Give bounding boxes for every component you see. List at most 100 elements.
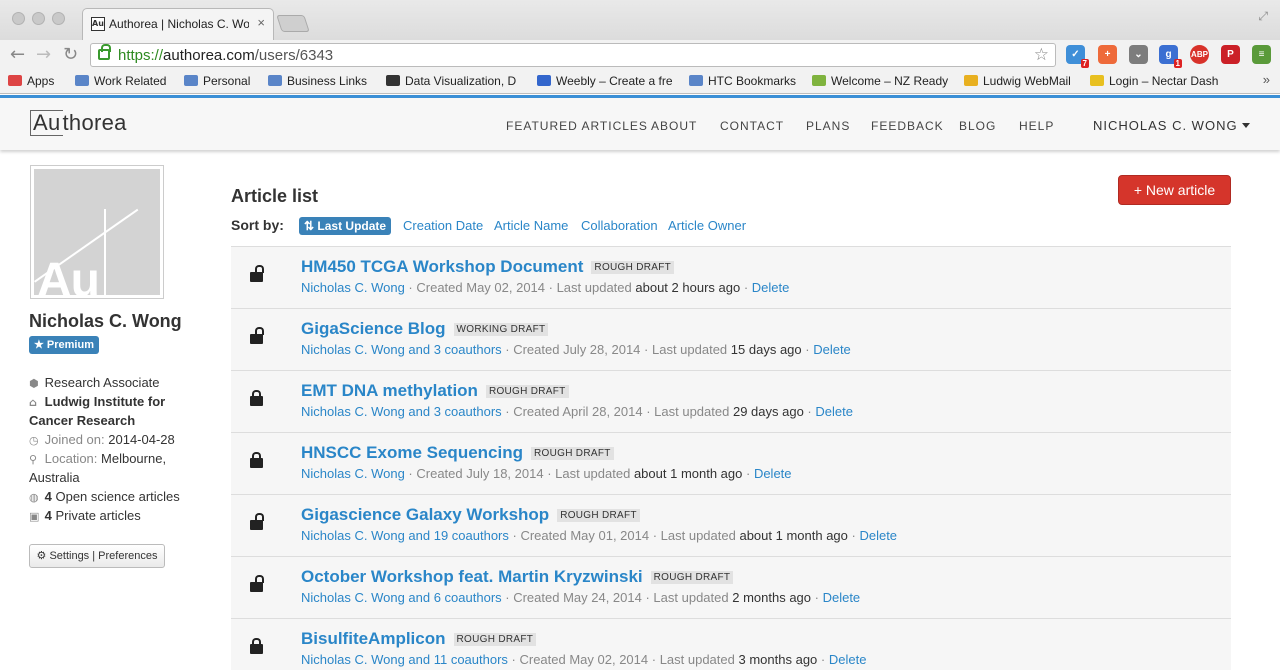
joined-value: 2014-04-28 <box>108 432 175 447</box>
bookmark-item[interactable]: Personal <box>184 74 262 88</box>
new-article-button[interactable]: + New article <box>1118 175 1231 205</box>
forward-arrow-icon[interactable]: → <box>36 44 51 65</box>
close-tab-icon[interactable]: × <box>257 15 265 30</box>
site-icon <box>964 75 978 86</box>
site-icon <box>812 75 826 86</box>
extension-badge: 7 <box>1080 59 1089 68</box>
sort-article-name[interactable]: Article Name <box>494 218 568 233</box>
private-articles-count: 4 <box>44 508 52 523</box>
article-title-link[interactable]: Gigascience Galaxy Workshop ROUGH DRAFT <box>301 505 640 525</box>
nav-featured-articles[interactable]: FEATURED ARTICLES <box>506 119 648 133</box>
back-arrow-icon[interactable]: ← <box>10 44 25 65</box>
article-row: October Workshop feat. Martin Kryzwinski… <box>231 557 1231 619</box>
pocket-extension-icon[interactable]: ⌄ <box>1129 45 1148 64</box>
position-text: Research Associate <box>44 375 160 390</box>
browser-titlebar: Au Authorea | Nicholas C. Wong × ⤢ <box>0 0 1280 40</box>
bookmark-label: Data Visualization, D <box>405 74 517 88</box>
article-authors-link[interactable]: Nicholas C. Wong and 6 coauthors <box>301 590 502 605</box>
nav-plans[interactable]: PLANS <box>806 119 850 133</box>
delete-article-link[interactable]: Delete <box>813 342 851 357</box>
bookmark-item[interactable]: Business Links <box>268 74 376 88</box>
settings-separator: | <box>92 550 96 562</box>
unlocked-icon[interactable] <box>250 265 264 282</box>
bookmark-item[interactable]: HTC Bookmarks <box>689 74 801 88</box>
article-list: HM450 TCGA Workshop Document ROUGH DRAFT N… <box>231 246 1231 670</box>
article-created: Created April 28, 2014 <box>513 404 643 419</box>
locked-icon[interactable] <box>250 390 263 406</box>
nav-feedback[interactable]: FEEDBACK <box>871 119 944 133</box>
delete-article-link[interactable]: Delete <box>829 652 867 667</box>
avatar[interactable]: Au <box>30 165 164 299</box>
browser-tab[interactable]: Au Authorea | Nicholas C. Wong × <box>82 8 274 40</box>
bookmark-item[interactable]: Apps <box>8 74 68 88</box>
article-title-link[interactable]: October Workshop feat. Martin Kryzwinski… <box>301 567 734 587</box>
article-authors-link[interactable]: Nicholas C. Wong and 3 coauthors <box>301 342 502 357</box>
close-window-button[interactable] <box>12 12 25 25</box>
plus-extension-icon[interactable]: + <box>1098 45 1117 64</box>
article-updated-label: Last updated <box>654 404 730 419</box>
institution-line1: Ludwig Institute for <box>44 394 166 409</box>
bookmark-item[interactable]: Welcome – NZ Ready <box>812 74 952 88</box>
minimize-window-button[interactable] <box>32 12 45 25</box>
bookmark-item[interactable]: Weebly – Create a fre <box>537 74 677 88</box>
user-menu-dropdown[interactable]: NICHOLAS C. WONG <box>1093 118 1250 133</box>
bookmark-item[interactable]: Work Related <box>75 74 175 88</box>
location-line1: Melbourne, <box>101 451 167 466</box>
sort-creation-date[interactable]: Creation Date <box>403 218 483 233</box>
article-title-link[interactable]: HNSCC Exome Sequencing ROUGH DRAFT <box>301 443 614 463</box>
google-extension-icon[interactable]: g1 <box>1159 45 1182 68</box>
folder-icon <box>689 75 703 86</box>
locked-icon[interactable] <box>250 638 263 654</box>
url-text[interactable]: https://authorea.com/users/6343 <box>118 47 333 64</box>
bookmark-item[interactable]: Data Visualization, D <box>386 74 526 88</box>
unlocked-icon[interactable] <box>250 513 264 530</box>
delete-article-link[interactable]: Delete <box>752 280 790 295</box>
zoom-window-button[interactable] <box>52 12 65 25</box>
delete-article-link[interactable]: Delete <box>859 528 897 543</box>
sort-article-owner[interactable]: Article Owner <box>668 218 746 233</box>
preferences-label[interactable]: Preferences <box>98 550 157 562</box>
location-row: ⚲ Location: Melbourne, <box>29 449 166 469</box>
article-authors-link[interactable]: Nicholas C. Wong <box>301 280 405 295</box>
nav-about[interactable]: ABOUT <box>651 119 697 133</box>
delete-article-link[interactable]: Delete <box>823 590 861 605</box>
open-articles-row: ◍ 4 Open science articles <box>29 487 180 507</box>
menu-icon[interactable]: ≡ <box>1252 45 1271 64</box>
article-authors-link[interactable]: Nicholas C. Wong <box>301 466 405 481</box>
article-title-link[interactable]: GigaScience Blog WORKING DRAFT <box>301 319 549 339</box>
sort-collaboration[interactable]: Collaboration <box>581 218 658 233</box>
nav-help[interactable]: HELP <box>1019 119 1054 133</box>
unlocked-icon[interactable] <box>250 575 264 592</box>
article-authors-link[interactable]: Nicholas C. Wong and 3 coauthors <box>301 404 502 419</box>
article-authors-link[interactable]: Nicholas C. Wong and 11 coauthors <box>301 652 508 667</box>
more-bookmarks-icon[interactable]: » <box>1263 72 1270 87</box>
article-authors-link[interactable]: Nicholas C. Wong and 19 coauthors <box>301 528 509 543</box>
settings-preferences-button[interactable]: ⚙ Settings | Preferences <box>29 544 165 568</box>
article-title-link[interactable]: BisulfiteAmplicon ROUGH DRAFT <box>301 629 537 649</box>
unlocked-icon[interactable] <box>250 327 264 344</box>
nav-blog[interactable]: BLOG <box>959 119 996 133</box>
sort-last-update-button[interactable]: ⇅ Last Update <box>299 217 392 235</box>
reload-icon[interactable]: ↻ <box>63 44 78 65</box>
address-bar[interactable]: https://authorea.com/users/6343 ☆ <box>90 43 1056 67</box>
bookmark-label: Ludwig WebMail <box>983 74 1071 88</box>
bookmark-star-icon[interactable]: ☆ <box>1034 45 1049 65</box>
settings-label[interactable]: Settings <box>49 550 89 562</box>
article-updated-value: 2 months ago <box>732 590 812 605</box>
authorea-logo[interactable]: Authorea <box>30 110 127 136</box>
article-title-link[interactable]: EMT DNA methylation ROUGH DRAFT <box>301 381 569 401</box>
article-title: EMT DNA methylation <box>301 381 478 400</box>
article-title-link[interactable]: HM450 TCGA Workshop Document ROUGH DRAFT <box>301 257 675 277</box>
delete-article-link[interactable]: Delete <box>754 466 792 481</box>
nav-contact[interactable]: CONTACT <box>720 119 784 133</box>
fullscreen-icon[interactable]: ⤢ <box>1258 9 1268 24</box>
bookmark-item[interactable]: Ludwig WebMail <box>964 74 1082 88</box>
bookmark-label: Business Links <box>287 74 368 88</box>
bookmark-item[interactable]: Login – Nectar Dash <box>1090 74 1250 88</box>
pinterest-extension-icon[interactable]: P <box>1221 45 1240 64</box>
delete-article-link[interactable]: Delete <box>815 404 853 419</box>
locked-icon[interactable] <box>250 452 263 468</box>
adblock-extension-icon[interactable]: ABP <box>1190 45 1209 64</box>
new-tab-button[interactable] <box>276 15 310 32</box>
checkmark-extension-icon[interactable]: ✓ 7 <box>1066 45 1089 68</box>
